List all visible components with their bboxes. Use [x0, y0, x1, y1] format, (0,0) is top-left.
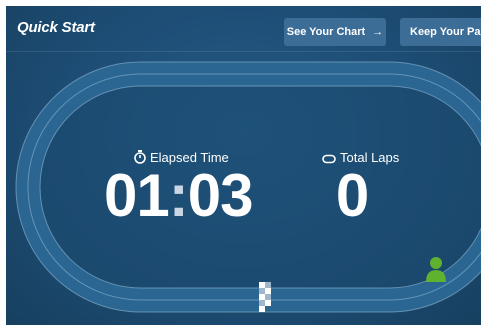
- elapsed-time-value: 01:03: [104, 166, 264, 226]
- stats-panel: Elapsed Time 01:03 Total Laps 0: [6, 6, 481, 325]
- elapsed-minutes: 01: [104, 162, 170, 229]
- total-laps-value: 0: [335, 162, 369, 229]
- loop-icon: [322, 152, 336, 167]
- quick-start-screen: Quick Start See Your Chart → Keep Your P…: [6, 6, 481, 325]
- elapsed-seconds: 03: [187, 162, 254, 229]
- elapsed-separator: :: [168, 162, 189, 229]
